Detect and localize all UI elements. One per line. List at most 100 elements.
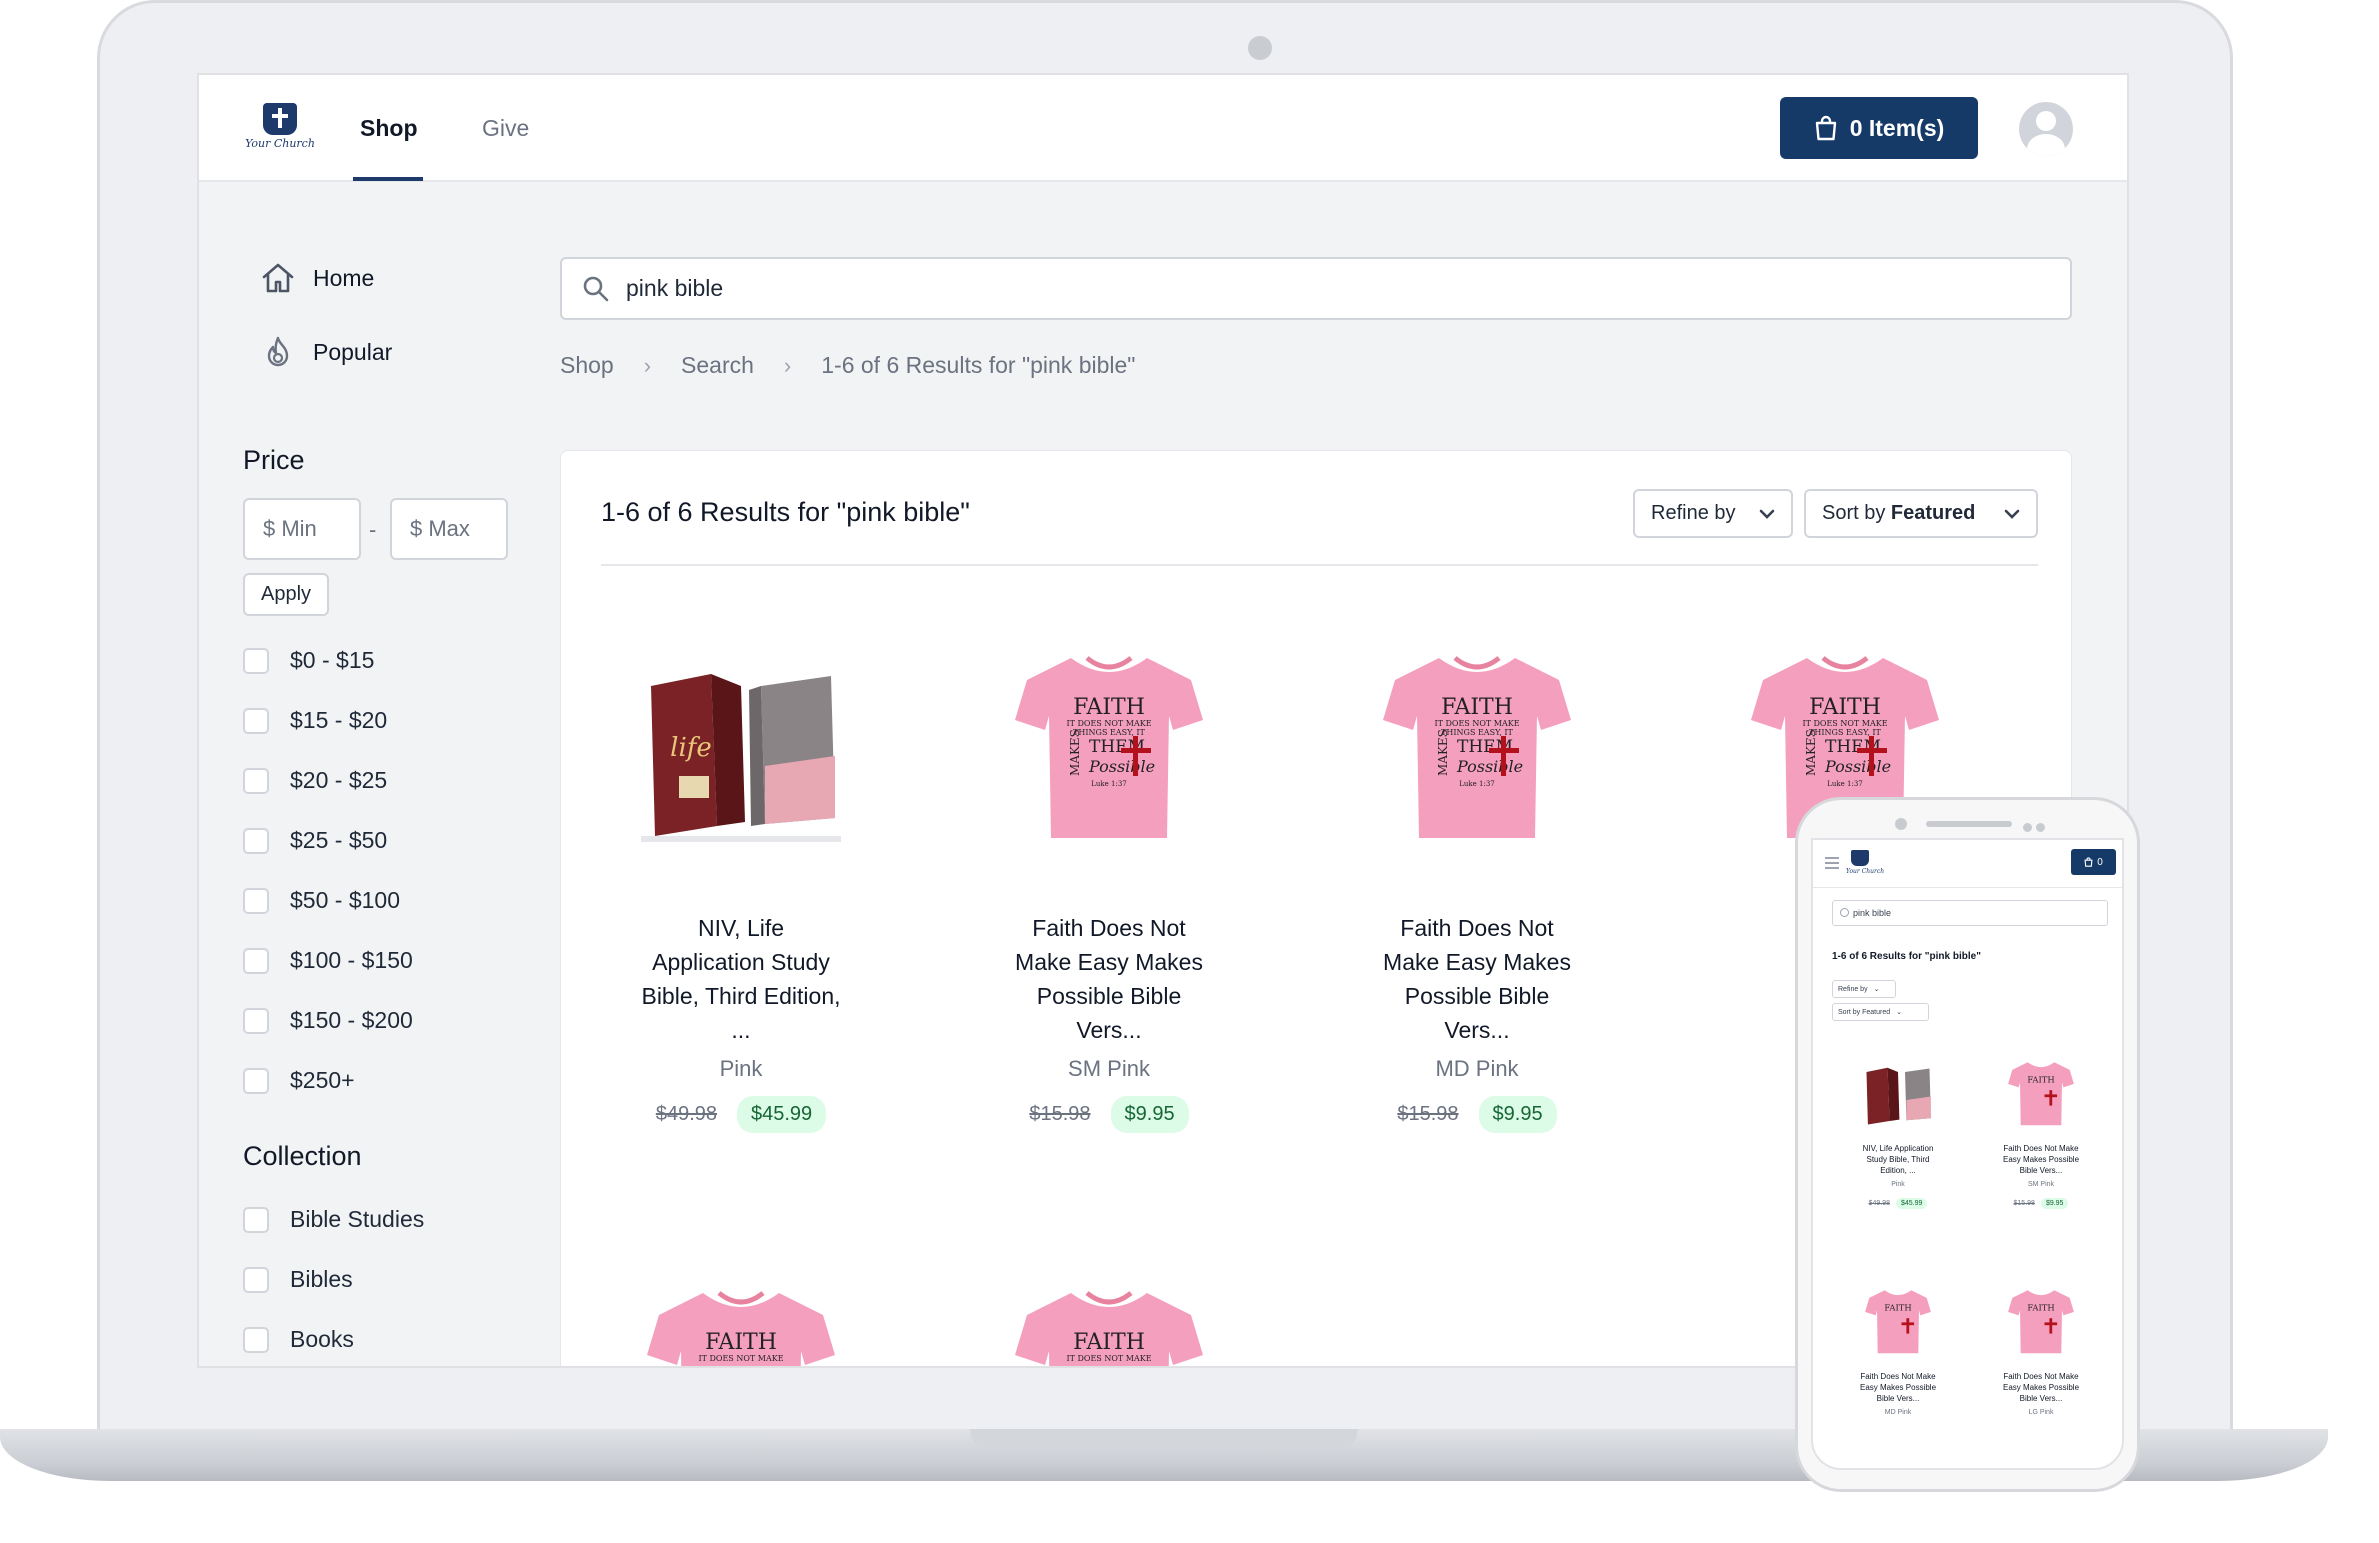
price-range-option[interactable]: $100 - $150 bbox=[243, 947, 413, 974]
sale-price-badge: $9.95 bbox=[1110, 1096, 1189, 1133]
checkbox[interactable] bbox=[243, 767, 269, 794]
apply-price-button[interactable]: Apply bbox=[243, 573, 329, 616]
shield-cross-icon[interactable] bbox=[1851, 850, 1869, 866]
user-avatar[interactable] bbox=[2019, 102, 2073, 156]
svg-text:IT DOES NOT MAKE: IT DOES NOT MAKE bbox=[1434, 719, 1519, 728]
svg-text:IT DOES NOT MAKE: IT DOES NOT MAKE bbox=[698, 1354, 783, 1363]
product-name[interactable]: Faith Does Not Make Easy Makes Possible Bi… bbox=[1976, 1143, 2106, 1176]
svg-text:MAKES: MAKES bbox=[1804, 729, 1818, 776]
original-price: $15.98 bbox=[2013, 1200, 2035, 1207]
svg-text:Possible: Possible bbox=[1824, 757, 1891, 776]
price-min-input[interactable]: $ Min bbox=[243, 498, 361, 560]
hamburger-menu-icon[interactable] bbox=[1825, 857, 1839, 859]
cart-label: 0 bbox=[2097, 856, 2103, 868]
mobile-search-input[interactable]: pink bible bbox=[1832, 900, 2108, 926]
divider bbox=[601, 564, 2038, 566]
checkbox[interactable] bbox=[243, 647, 269, 674]
sidebar-item-home[interactable]: Home bbox=[261, 262, 374, 294]
results-title: 1-6 of 6 Results for "pink bible" bbox=[601, 497, 970, 527]
product-name[interactable]: Faith Does Not Make Easy Makes Possible Bi… bbox=[969, 911, 1249, 1047]
mobile-sort-dropdown[interactable]: Sort by Featured ⌄ bbox=[1832, 1003, 1929, 1021]
checkbox[interactable] bbox=[243, 1007, 269, 1034]
sort-value: Featured bbox=[1890, 502, 1976, 524]
breadcrumb-current: 1-6 of 6 Results for "pink bible" bbox=[821, 352, 1136, 378]
sidebar-item-popular[interactable]: Popular bbox=[261, 335, 392, 369]
product-name[interactable]: NIV, Life Application Study Bible, Third E… bbox=[1833, 1143, 1963, 1176]
original-price: $49.98 bbox=[1868, 1200, 1890, 1207]
mobile-refine-dropdown[interactable]: Refine by ⌄ bbox=[1832, 980, 1896, 998]
product-name[interactable]: NIV, Life Application Study Bible, Third E… bbox=[601, 911, 881, 1047]
svg-text:THINGS EASY, IT: THINGS EASY, IT bbox=[1073, 728, 1145, 737]
svg-text:FAITH: FAITH bbox=[1809, 695, 1881, 720]
checkbox[interactable] bbox=[243, 1326, 269, 1353]
product-prices: $15.98 $9.95 bbox=[1976, 1198, 2106, 1209]
product-variant: SM Pink bbox=[2027, 1181, 2055, 1188]
option-label: Bibles bbox=[290, 1266, 353, 1292]
option-label: $150 - $200 bbox=[290, 1007, 413, 1033]
checkbox[interactable] bbox=[243, 827, 269, 854]
checkbox[interactable] bbox=[243, 887, 269, 914]
svg-text:IT DOES NOT MAKE: IT DOES NOT MAKE bbox=[1066, 1354, 1151, 1363]
tab-shop[interactable]: Shop bbox=[360, 115, 418, 142]
checkbox[interactable] bbox=[243, 1206, 269, 1233]
svg-text:FAITH: FAITH bbox=[705, 1330, 777, 1355]
breadcrumb: Shop › Search › 1-6 of 6 Results for "pi… bbox=[560, 352, 1135, 379]
checkbox[interactable] bbox=[243, 707, 269, 734]
price-range-option[interactable]: $25 - $50 bbox=[243, 827, 387, 854]
camera-dot bbox=[1248, 36, 1272, 60]
refine-label: Refine by bbox=[1651, 502, 1736, 524]
product-name[interactable]: Faith Does Not Make Easy Makes Possible Bi… bbox=[1337, 911, 1617, 1047]
chevron-down-icon: ⌄ bbox=[1873, 986, 1880, 993]
checkbox[interactable] bbox=[243, 947, 269, 974]
search-input[interactable]: pink bible bbox=[560, 257, 2072, 320]
shield-cross-icon bbox=[263, 103, 297, 135]
product-prices: $15.98 $9.95 bbox=[969, 1096, 1249, 1133]
tshirt-image: FAITH IT DOES NOT MAKE THINGS EASY, IT T… bbox=[1015, 656, 1203, 838]
checkbox[interactable] bbox=[243, 1266, 269, 1293]
sort-dropdown[interactable]: Sort by Featured bbox=[1804, 489, 2038, 538]
tab-give[interactable]: Give bbox=[482, 115, 529, 142]
sidebar-item-label: Home bbox=[313, 264, 375, 291]
svg-text:MAKES: MAKES bbox=[1436, 729, 1450, 776]
price-range-option[interactable]: $15 - $20 bbox=[243, 707, 387, 734]
product-prices: $49.98 $45.99 bbox=[601, 1096, 881, 1133]
sale-price-badge: $9.95 bbox=[1478, 1096, 1557, 1133]
svg-text:THINGS EASY, IT: THINGS EASY, IT bbox=[1441, 728, 1513, 737]
product-name[interactable]: Faith Does Not Make Easy Makes Possible Bi… bbox=[1833, 1371, 1963, 1404]
church-logo[interactable]: Your Church bbox=[245, 103, 315, 157]
chevron-down-icon bbox=[1759, 509, 1775, 519]
svg-text:FAITH: FAITH bbox=[1073, 1330, 1145, 1355]
search-icon bbox=[583, 276, 609, 301]
logo-text: Your Church bbox=[245, 137, 315, 150]
breadcrumb-search[interactable]: Search bbox=[681, 352, 754, 379]
price-range-option[interactable]: $0 - $15 bbox=[243, 647, 374, 674]
refine-dropdown[interactable]: Refine by bbox=[1633, 489, 1793, 538]
shopping-bag-icon bbox=[1815, 115, 1836, 141]
svg-text:Possible: Possible bbox=[1456, 757, 1523, 776]
tshirt-image: FAITH IT DOES NOT MAKE bbox=[1015, 1291, 1203, 1366]
tshirt-image: FAITH bbox=[1865, 1290, 1931, 1354]
price-range-option[interactable]: $250+ bbox=[243, 1067, 355, 1094]
original-price: $15.98 bbox=[1029, 1103, 1091, 1125]
mobile-cart-button[interactable]: 0 bbox=[2071, 849, 2116, 875]
sale-price-badge: $45.99 bbox=[737, 1096, 827, 1133]
original-price: $49.98 bbox=[655, 1103, 717, 1125]
option-label: $50 - $100 bbox=[290, 887, 400, 913]
collection-option[interactable]: Books bbox=[243, 1326, 354, 1353]
laptop-notch bbox=[970, 1429, 1358, 1451]
option-label: $100 - $150 bbox=[290, 947, 413, 973]
price-range-option[interactable]: $50 - $100 bbox=[243, 887, 400, 914]
search-value: pink bible bbox=[626, 275, 724, 301]
breadcrumb-shop[interactable]: Shop bbox=[560, 352, 614, 379]
mobile-navbar: Your Church 0 bbox=[1813, 840, 2122, 888]
sale-price-badge: $45.99 bbox=[1896, 1198, 1928, 1209]
price-range-option[interactable]: $20 - $25 bbox=[243, 767, 387, 794]
price-range-option[interactable]: $150 - $200 bbox=[243, 1007, 413, 1034]
price-max-input[interactable]: $ Max bbox=[390, 498, 508, 560]
checkbox[interactable] bbox=[243, 1067, 269, 1094]
cart-button[interactable]: 0 Item(s) bbox=[1780, 97, 1978, 159]
collection-option[interactable]: Bibles bbox=[243, 1266, 353, 1293]
option-label: $15 - $20 bbox=[290, 707, 388, 733]
product-name[interactable]: Faith Does Not Make Easy Makes Possible Bi… bbox=[1976, 1371, 2106, 1404]
collection-option[interactable]: Bible Studies bbox=[243, 1206, 424, 1233]
